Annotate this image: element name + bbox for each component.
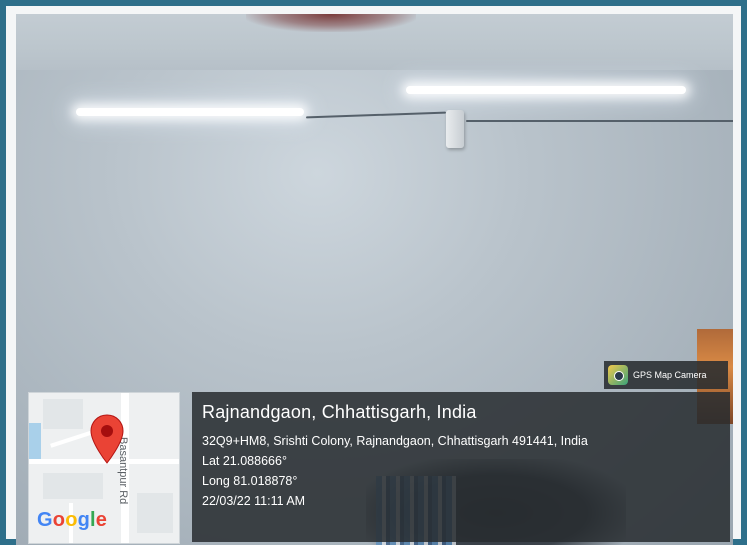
tube-light-right [406,86,686,94]
map-block [43,473,103,499]
wire [306,111,446,119]
location-info-panel: Rajnandgaon, Chhattisgarh, India 32Q9+HM… [192,392,730,542]
timestamp-line: 22/03/22 11:11 AM [202,494,306,508]
longitude-line: Long 81.018878° [202,474,298,488]
ceiling-stain [246,14,416,32]
wall-sensor [446,110,464,148]
gps-camera-icon [608,365,628,385]
conduit [466,120,733,122]
badge-label: GPS Map Camera [633,370,707,380]
gps-camera-badge: GPS Map Camera [604,361,728,389]
city-title: Rajnandgaon, Chhattisgarh, India [202,402,477,422]
map-block [137,493,173,533]
map-thumbnail: Basantpur Rd Google [28,392,180,544]
latitude-line: Lat 21.088666° [202,454,287,468]
address-line: 32Q9+HM8, Srishti Colony, Rajnandgaon, C… [202,434,588,448]
google-logo: Google [37,509,108,531]
map-block [43,399,83,429]
tube-light-left [76,108,304,116]
water-area [29,423,41,463]
map-pin-icon [90,414,124,464]
